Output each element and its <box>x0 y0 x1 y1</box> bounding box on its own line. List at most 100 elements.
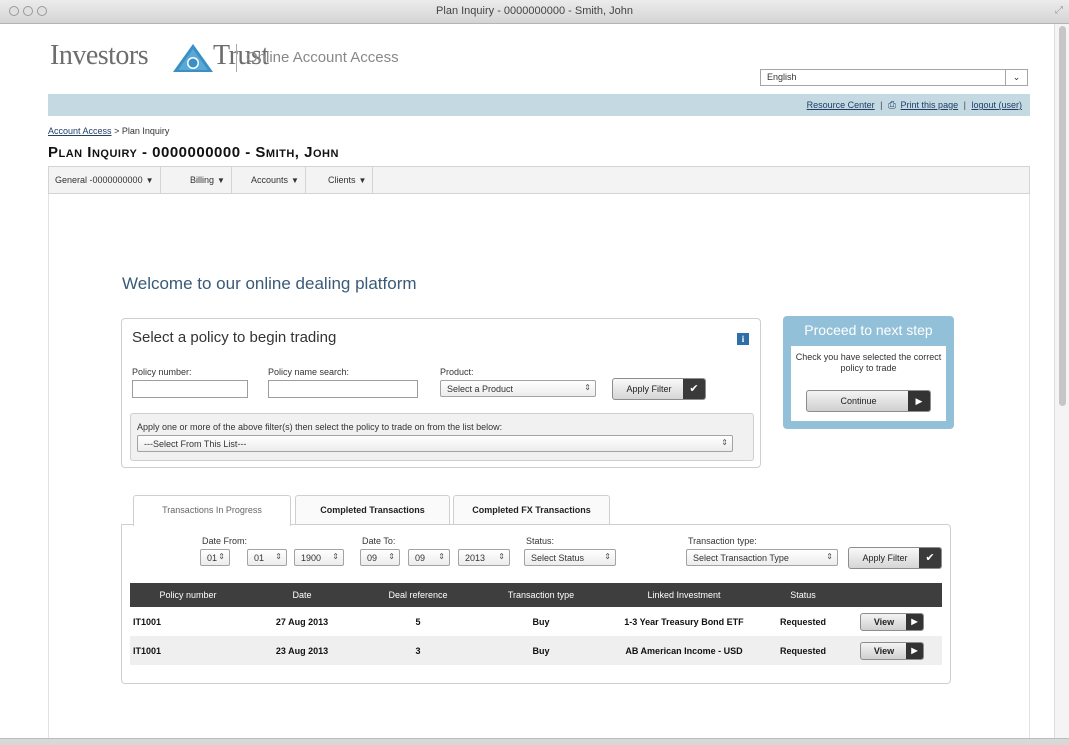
logo-word-investors: Investors <box>50 40 149 71</box>
date-from-month-select[interactable]: 01 ⇕ <box>247 549 287 566</box>
checkmark-icon: ✔ <box>683 379 705 399</box>
page-title: Plan Inquiry - 0000000000 - Smith, John <box>48 144 339 161</box>
tab-transactions-in-progress[interactable]: Transactions In Progress <box>133 495 291 526</box>
date-to-month-select[interactable]: 09 ⇕ <box>408 549 450 566</box>
select-arrows-icon: ⇕ <box>498 552 505 561</box>
policy-number-label: Policy number: <box>132 367 192 377</box>
menu-billing[interactable]: Billing ▼ <box>184 167 232 193</box>
policy-number-input[interactable] <box>132 380 248 398</box>
date-to-month: 09 <box>415 553 426 563</box>
chevron-down-icon: ⌄ <box>1005 70 1027 85</box>
cell-action: View ▶ <box>842 607 942 636</box>
play-arrow-icon: ▶ <box>906 613 923 630</box>
status-select[interactable]: Select Status ⇕ <box>524 549 616 566</box>
col-date: Date <box>246 583 358 607</box>
col-transaction-type: Transaction type <box>478 583 604 607</box>
select-arrows-icon: ⇕ <box>584 383 591 392</box>
col-policy-number: Policy number <box>130 583 246 607</box>
policy-list-value: ---Select From This List--- <box>144 439 247 449</box>
date-to-day: 09 <box>367 553 378 563</box>
transaction-type-label: Transaction type: <box>688 536 757 546</box>
proceed-instruction: Check you have selected the correct poli… <box>795 352 942 373</box>
select-arrows-icon: ⇕ <box>604 552 611 561</box>
select-arrows-icon: ⇕ <box>218 552 225 561</box>
status-select-value: Select Status <box>531 553 585 563</box>
view-label: View <box>873 616 895 627</box>
play-arrow-icon: ▶ <box>906 642 923 659</box>
apply-filter-label: Apply Filter <box>626 384 672 394</box>
cell-ref: 5 <box>358 607 478 636</box>
cell-action: View ▶ <box>842 636 942 665</box>
chevron-down-icon: ▼ <box>358 176 367 185</box>
top-links-bar: Resource Center | ⎙ Print this page | lo… <box>48 94 1030 116</box>
product-select[interactable]: Select a Product ⇕ <box>440 380 596 397</box>
print-page-link[interactable]: Print this page <box>901 100 959 110</box>
fullscreen-icon[interactable]: ⤢ <box>1055 5 1063 16</box>
cell-policy: IT1001 <box>130 607 246 636</box>
cell-investment: AB American Income - USD <box>604 636 764 665</box>
transaction-type-value: Select Transaction Type <box>693 553 789 563</box>
breadcrumb: Account Access > Plan Inquiry <box>48 126 169 136</box>
date-from-month: 01 <box>254 553 265 563</box>
select-arrows-icon: ⇕ <box>721 438 728 447</box>
table-row: IT1001 27 Aug 2013 5 Buy 1-3 Year Treasu… <box>130 607 942 636</box>
proceed-box: Proceed to next step Check you have sele… <box>783 316 954 429</box>
menu-accounts[interactable]: Accounts ▼ <box>245 167 306 193</box>
date-to-day-select[interactable]: 09 ⇕ <box>360 549 400 566</box>
plan-menu-bar: General -0000000000 ▼ Billing ▼ Accounts ▼ … <box>48 166 1030 194</box>
scrollbar-thumb[interactable] <box>1059 26 1066 406</box>
language-select[interactable]: English ⌄ <box>760 69 1028 86</box>
date-from-day-select[interactable]: 01 ⇕ <box>200 549 230 566</box>
date-from-year-select[interactable]: 1900 ⇕ <box>294 549 344 566</box>
product-select-value: Select a Product <box>447 384 514 394</box>
logout-link[interactable]: logout (user) <box>971 100 1022 110</box>
cell-date: 27 Aug 2013 <box>246 607 358 636</box>
date-from-label: Date From: <box>202 536 248 546</box>
policy-list-area: Apply one or more of the above filter(s)… <box>130 413 754 461</box>
date-from-day: 01 <box>207 553 218 563</box>
date-to-year-select[interactable]: 2013 ⇕ <box>458 549 510 566</box>
policy-selection-panel: Select a policy to begin trading i Polic… <box>121 318 761 468</box>
resource-center-link[interactable]: Resource Center <box>807 100 875 110</box>
cell-date: 23 Aug 2013 <box>246 636 358 665</box>
window-titlebar: Plan Inquiry - 0000000000 - Smith, John … <box>0 0 1069 24</box>
col-linked-investment: Linked Investment <box>604 583 764 607</box>
transactions-table: Policy number Date Deal reference Transa… <box>130 583 942 665</box>
view-label: View <box>873 645 895 656</box>
select-arrows-icon: ⇕ <box>438 552 445 561</box>
transaction-type-select[interactable]: Select Transaction Type ⇕ <box>686 549 838 566</box>
printer-icon[interactable]: ⎙ <box>888 100 896 111</box>
view-button[interactable]: View ▶ <box>860 612 924 631</box>
policy-list-select[interactable]: ---Select From This List--- ⇕ <box>137 435 733 452</box>
view-button[interactable]: View ▶ <box>860 641 924 660</box>
policy-apply-filter-button[interactable]: Apply Filter ✔ <box>612 378 706 400</box>
date-from-year: 1900 <box>301 553 322 563</box>
table-row: IT1001 23 Aug 2013 3 Buy AB American Inc… <box>130 636 942 665</box>
date-to-year: 2013 <box>465 553 486 563</box>
menu-general-label: General -0000000000 <box>55 175 143 185</box>
cell-policy: IT1001 <box>130 636 246 665</box>
welcome-heading: Welcome to our online dealing platform <box>122 274 417 293</box>
tab-completed-transactions[interactable]: Completed Transactions <box>295 495 450 525</box>
info-icon[interactable]: i <box>737 333 749 345</box>
table-header-row: Policy number Date Deal reference Transa… <box>130 583 942 607</box>
date-to-label: Date To: <box>362 536 396 546</box>
tab-completed-fx-transactions[interactable]: Completed FX Transactions <box>453 495 610 525</box>
continue-button[interactable]: Continue ▶ <box>806 390 931 412</box>
transactions-apply-filter-button[interactable]: Apply Filter ✔ <box>848 547 942 569</box>
policy-name-search-input[interactable] <box>268 380 418 398</box>
menu-general[interactable]: General -0000000000 ▼ <box>49 167 161 193</box>
proceed-inner: Check you have selected the correct poli… <box>791 346 946 421</box>
policy-name-search-label: Policy name search: <box>268 367 350 377</box>
menu-clients[interactable]: Clients ▼ <box>322 167 374 193</box>
policy-panel-heading: Select a policy to begin trading <box>132 329 337 346</box>
cell-status: Requested <box>764 607 842 636</box>
policy-list-instruction: Apply one or more of the above filter(s)… <box>137 422 503 432</box>
cell-status: Requested <box>764 636 842 665</box>
header-subtitle: Online Account Access <box>246 49 399 66</box>
apply-filter-label: Apply Filter <box>862 553 908 563</box>
col-action <box>842 583 942 607</box>
breadcrumb-account-access[interactable]: Account Access <box>48 126 112 136</box>
vertical-scrollbar[interactable] <box>1054 24 1069 738</box>
status-label: Status: <box>526 536 555 546</box>
